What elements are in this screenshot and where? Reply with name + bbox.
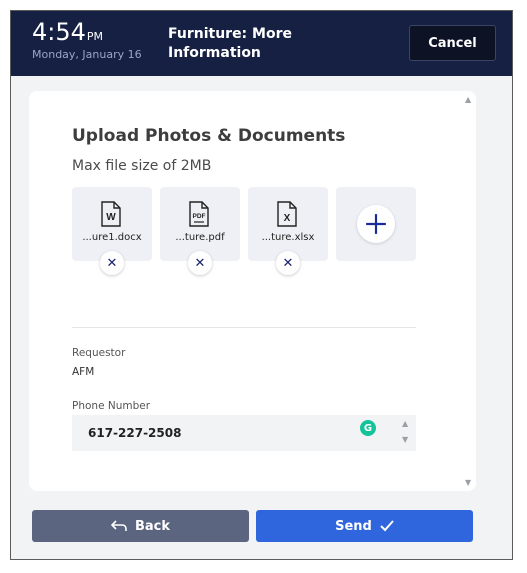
back-button[interactable]: Back [32, 510, 249, 542]
section-divider [72, 327, 416, 328]
upload-title: Upload Photos & Documents [72, 126, 346, 146]
clock-ampm: PM [86, 30, 104, 43]
clock-time: 4:54 [32, 18, 86, 46]
remove-file-button[interactable]: ✕ [100, 251, 124, 275]
clock: 4:54PM [32, 18, 103, 46]
form-card: Upload Photos & Documents Max file size … [29, 91, 476, 491]
requestor-value: AFM [72, 366, 95, 378]
add-file-circle [357, 205, 395, 243]
cancel-button[interactable]: Cancel [409, 25, 496, 61]
send-button[interactable]: Send [256, 510, 473, 542]
add-file-button[interactable] [336, 187, 416, 261]
phone-number-field[interactable]: 617-227-2508 G ▲ ▼ [72, 415, 416, 451]
phone-number-value: 617-227-2508 [88, 426, 182, 440]
phone-number-label: Phone Number [72, 400, 151, 412]
max-file-size-note: Max file size of 2MB [72, 158, 212, 174]
close-icon: ✕ [106, 255, 118, 271]
plus-icon [365, 213, 387, 235]
back-button-label: Back [134, 518, 171, 534]
file-tile-pdf[interactable]: PDF ...ture.pdf [160, 187, 240, 261]
file-tile-docx[interactable]: W ...ure1.docx [72, 187, 152, 261]
pdf-file-icon: PDF [189, 201, 209, 227]
page-title: Furniture: More Information [168, 26, 292, 61]
send-button-label: Send [335, 518, 372, 534]
back-arrow-icon [110, 520, 127, 532]
word-file-icon: W [101, 201, 121, 227]
file-type-label: X [284, 213, 291, 224]
requestor-label: Requestor [72, 347, 126, 359]
file-type-label: W [106, 212, 116, 223]
remove-file-button[interactable]: ✕ [188, 251, 212, 275]
file-name: ...ure1.docx [82, 232, 142, 243]
file-name: ...ture.xlsx [261, 232, 315, 243]
checkmark-icon [380, 520, 394, 532]
header-bar: 4:54PM Monday, January 16 Furniture: Mor… [11, 11, 512, 76]
file-type-label: PDF [193, 213, 206, 220]
excel-file-icon: X [277, 201, 297, 227]
scroll-up-arrow[interactable]: ▲ [465, 95, 473, 104]
grammarly-icon[interactable]: G [360, 420, 376, 436]
clock-date: Monday, January 16 [32, 48, 142, 61]
file-name: ...ture.pdf [175, 232, 225, 243]
scroll-down-arrow[interactable]: ▼ [465, 478, 473, 487]
close-icon: ✕ [194, 255, 206, 271]
file-tile-xlsx[interactable]: X ...ture.xlsx [248, 187, 328, 261]
field-scroll-down-icon[interactable]: ▼ [402, 435, 408, 444]
remove-file-button[interactable]: ✕ [276, 251, 300, 275]
close-icon: ✕ [282, 255, 294, 271]
app-frame: 4:54PM Monday, January 16 Furniture: Mor… [10, 10, 513, 560]
field-scroll-up-icon[interactable]: ▲ [402, 419, 408, 428]
